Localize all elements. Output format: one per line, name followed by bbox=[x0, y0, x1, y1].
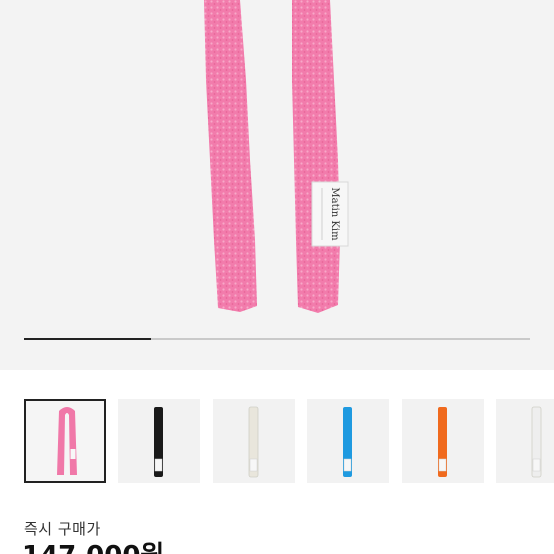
thumbnail-scarf-cream bbox=[248, 406, 259, 478]
scarf-image: Matin Kim bbox=[204, 0, 349, 313]
thumbnail-scarf-white bbox=[531, 406, 542, 478]
product-image-gallery[interactable]: Matin Kim bbox=[0, 0, 554, 370]
purchase-label: 즉시 구매가 bbox=[24, 520, 101, 538]
thumbnail-strip bbox=[0, 399, 554, 483]
thumbnail-black[interactable] bbox=[118, 399, 200, 483]
thumbnail-scarf-black bbox=[154, 407, 163, 477]
product-page: Matin Kim 즉시 구매가 147,000원 bbox=[0, 0, 554, 554]
thumbnail-orange[interactable] bbox=[402, 399, 484, 483]
brand-label-text: Matin Kim bbox=[329, 187, 340, 241]
thumbnail-pink[interactable] bbox=[24, 399, 106, 483]
thumbnail-white[interactable] bbox=[496, 399, 554, 483]
thumbnail-scarf-pink bbox=[57, 407, 77, 475]
scarf-right-strand bbox=[292, 0, 340, 313]
scarf-left-strand bbox=[204, 0, 257, 312]
brand-label: Matin Kim bbox=[311, 181, 349, 247]
thumbnail-scarf-blue bbox=[343, 407, 352, 477]
thumbnail-scarf-orange bbox=[438, 407, 447, 477]
price: 147,000원 bbox=[22, 541, 164, 554]
thumbnail-cream[interactable] bbox=[213, 399, 295, 483]
gallery-progress-bar bbox=[24, 338, 530, 340]
thumbnail-blue[interactable] bbox=[307, 399, 389, 483]
gallery-progress-fill bbox=[24, 338, 151, 340]
